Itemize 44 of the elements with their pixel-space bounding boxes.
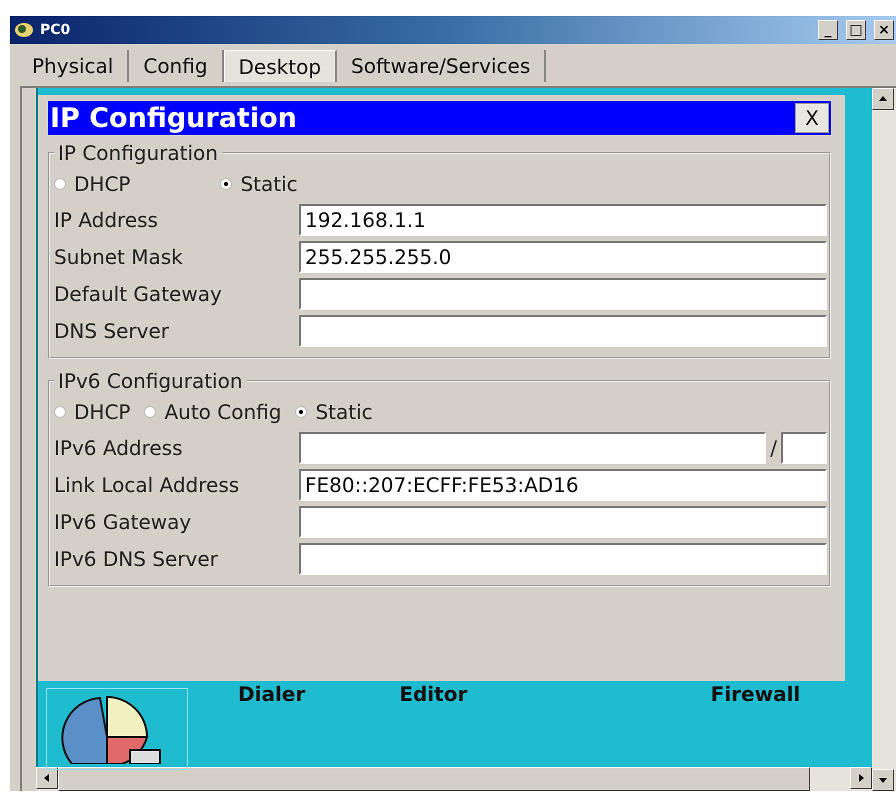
field-label: Subnet Mask (54, 244, 184, 268)
app-label[interactable]: Editor (399, 682, 561, 706)
radio-option[interactable]: DHCP (54, 400, 130, 424)
input-field[interactable] (299, 432, 766, 464)
prefix-field[interactable] (781, 432, 827, 464)
field-label: IPv6 DNS Server (54, 546, 219, 570)
input-field[interactable] (299, 542, 827, 574)
field-label: IPv6 Address (54, 436, 184, 460)
field-label: DNS Server (54, 318, 170, 342)
scroll-down-button[interactable] (872, 769, 894, 791)
app-label[interactable]: Dialer (238, 682, 400, 706)
window-control-button[interactable]: □ (846, 20, 866, 40)
field-label: Default Gateway (54, 282, 223, 306)
app-label[interactable]: Firewall (710, 682, 872, 706)
tab[interactable]: Software/Services (337, 50, 546, 82)
tab[interactable]: Physical (18, 50, 130, 82)
input-field[interactable]: 192.168.1.1 (299, 204, 827, 236)
radio-option[interactable]: Static (220, 172, 298, 196)
radio-option[interactable]: Static (295, 400, 373, 424)
radio-option[interactable]: DHCP (54, 172, 130, 196)
scroll-up-button[interactable] (872, 88, 894, 110)
dialog-title: IP Configuration (49, 102, 298, 134)
window-title: PC0 (40, 22, 72, 38)
input-field[interactable] (299, 314, 827, 346)
scroll-right-button[interactable] (850, 767, 872, 789)
scroll-left-button[interactable] (36, 767, 58, 789)
separator-text: / (770, 436, 777, 460)
group-legend: IPv6 Configuration (54, 369, 247, 393)
input-field[interactable]: 255.255.255.0 (299, 240, 827, 272)
radio-option[interactable]: Auto Config (144, 400, 282, 424)
group-legend: IP Configuration (54, 141, 222, 165)
app-tile[interactable] (46, 688, 188, 770)
horizontal-scrollbar[interactable] (36, 767, 872, 791)
field-label: Link Local Address (54, 472, 240, 496)
input-field[interactable] (299, 278, 827, 310)
window-control-button[interactable]: × (874, 20, 894, 40)
input-field[interactable] (299, 506, 827, 538)
input-field[interactable]: FE80::207:ECFF:FE53:AD16 (299, 468, 827, 500)
vertical-scrollbar[interactable] (872, 88, 896, 791)
tab[interactable]: Desktop (224, 50, 338, 82)
close-button[interactable]: X (795, 103, 829, 133)
field-label: IPv6 Gateway (54, 510, 192, 534)
window-control-button[interactable]: _ (818, 20, 838, 40)
field-label: IP Address (54, 208, 159, 232)
